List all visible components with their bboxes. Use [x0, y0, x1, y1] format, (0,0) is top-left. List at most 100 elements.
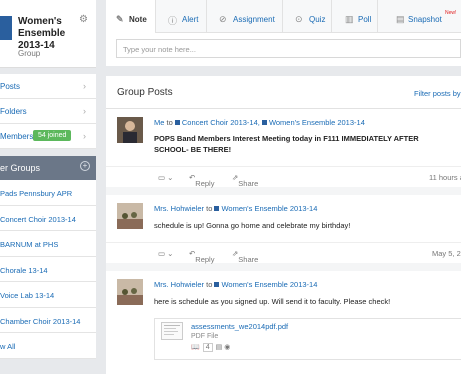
tab-label: Assignment — [233, 15, 275, 24]
snapshot-icon: ▤ — [396, 14, 405, 24]
feed-title: Group Posts — [117, 87, 173, 98]
group-list-item[interactable]: Voice Lab 13-14 — [0, 282, 96, 308]
post-to: to — [166, 118, 173, 127]
post-to: to — [206, 204, 213, 213]
group-icon — [261, 120, 267, 125]
post-composer: ✎ Note ⓘ Alert ⊘ Assignment ⊙ Quiz ▥ Pol… — [106, 0, 461, 66]
group-list-label: Chamber Choir 2013-14 — [0, 316, 81, 326]
tab-label: Quiz — [309, 15, 326, 24]
my-groups-title: er Groups — [0, 163, 41, 173]
joined-count-badge: 54 joined — [33, 130, 72, 141]
group-icon — [174, 120, 180, 125]
post-recipient[interactable]: Concert Choir 2013-14, — [182, 118, 260, 127]
book-icon[interactable]: 📖 — [191, 344, 200, 351]
group-list-label: Pads Pennsbury APR — [0, 189, 73, 198]
comment-icon[interactable]: ▭ ⌄ — [158, 173, 173, 182]
comment-icon[interactable]: ▭ ⌄ — [158, 249, 173, 258]
tab-poll[interactable]: ▥ Poll — [332, 0, 378, 33]
tab-assignment[interactable]: ⊘ Assignment — [207, 0, 283, 33]
post-author-line: Mrs. Hohwieler to Women's Ensemble 2013-… — [154, 204, 317, 213]
view-all-link[interactable]: w All — [0, 333, 96, 359]
tab-label: Poll — [358, 15, 372, 24]
group-list-item[interactable]: BARNUM at PHS — [0, 231, 96, 257]
quiz-icon: ⊙ — [295, 14, 303, 24]
post-item: Mrs. Hohwieler to Women's Ensemble 2013-… — [106, 271, 461, 374]
nav-item-posts[interactable]: Posts › — [0, 74, 96, 99]
group-list-label: Chorale 13-14 — [0, 265, 48, 275]
group-icon — [214, 282, 220, 287]
group-list-label: Voice Lab 13-14 — [0, 291, 55, 300]
nav-item-label: Members — [0, 132, 34, 141]
post-author-line: Me to Concert Choir 2013-14, Women's Ens… — [154, 118, 365, 127]
post-text: here is schedule as you signed up. Will … — [154, 297, 391, 306]
nav-item-members[interactable]: Members 54 joined › — [0, 124, 96, 149]
note-input[interactable]: Type your note here... — [116, 39, 461, 58]
groups-list: Pads Pennsbury APR Concert Choir 2013-14… — [0, 180, 96, 359]
avatar[interactable] — [117, 279, 143, 305]
post-to: to — [206, 280, 213, 289]
tab-label: Note — [129, 15, 147, 24]
file-thumbnail[interactable] — [161, 322, 183, 340]
share-button[interactable]: ⇗ Share — [232, 173, 258, 188]
group-list-item[interactable]: Chamber Choir 2013-14 — [0, 308, 96, 333]
post-recipient[interactable]: Women's Ensemble 2013-14 — [221, 204, 317, 213]
sidebar: Women's Ensemble 2013-14 Group ⚙ Posts ›… — [0, 0, 96, 374]
add-group-icon[interactable]: + — [80, 161, 90, 171]
group-list-label: Concert Choir 2013-14 — [0, 214, 76, 224]
post-recipient[interactable]: Women's Ensemble 2013-14 — [269, 118, 365, 127]
my-groups-header: er Groups + — [0, 156, 96, 180]
post-text: schedule is up! Gonna go home and celebr… — [154, 221, 351, 230]
share-button[interactable]: ⇗ Share — [232, 249, 258, 264]
avatar[interactable] — [117, 203, 143, 229]
group-list-item[interactable]: Concert Choir 2013-14 — [0, 206, 96, 231]
file-attachment[interactable]: assessments_we2014pdf.pdf PDF File 📖 4 ▤ ◉ — [154, 318, 461, 360]
tab-quiz[interactable]: ⊙ Quiz — [283, 0, 332, 33]
chevron-right-icon: › — [83, 81, 86, 91]
post-author-line: Mrs. Hohwieler to Women's Ensemble 2013-… — [154, 280, 317, 289]
feed-header: Group Posts Filter posts by — [106, 76, 461, 109]
post-recipient[interactable]: Women's Ensemble 2013-14 — [221, 280, 317, 289]
nav-item-label: Folders — [0, 107, 27, 116]
chevron-right-icon: › — [83, 131, 86, 141]
group-list-item[interactable]: Chorale 13-14 — [0, 257, 96, 282]
group-name[interactable]: Women's Ensemble 2013-14 — [18, 16, 82, 52]
chevron-right-icon: › — [83, 106, 86, 116]
post-item: Mrs. Hohwieler to Women's Ensemble 2013-… — [106, 195, 461, 264]
file-type: PDF File — [191, 333, 219, 340]
gear-icon[interactable]: ⚙ — [79, 14, 88, 25]
post-sender[interactable]: Mrs. Hohwieler — [154, 280, 204, 289]
post-sender[interactable]: Mrs. Hohwieler — [154, 204, 204, 213]
eye-icon[interactable]: ◉ — [224, 344, 230, 351]
post-actions: ▭ ⌄ ↶ Reply ⇗ Share 11 hours a — [106, 166, 461, 188]
group-card: Women's Ensemble 2013-14 Group ⚙ — [0, 0, 96, 68]
group-avatar[interactable] — [0, 16, 12, 40]
tab-snapshot[interactable]: ▤ Snapshot New! — [378, 0, 461, 33]
file-count: 4 — [202, 343, 213, 352]
reply-button[interactable]: ↶ Reply — [189, 173, 214, 188]
file-name-link[interactable]: assessments_we2014pdf.pdf — [191, 322, 288, 331]
avatar[interactable] — [117, 117, 143, 143]
pencil-icon: ✎ — [116, 14, 124, 24]
group-posts-feed: Group Posts Filter posts by Me to Concer… — [106, 76, 461, 374]
filter-posts-link[interactable]: Filter posts by — [414, 89, 461, 98]
tab-alert[interactable]: ⓘ Alert — [156, 0, 207, 33]
tab-note[interactable]: ✎ Note — [106, 0, 156, 33]
reply-button[interactable]: ↶ Reply — [189, 249, 214, 264]
group-nav: Posts › Folders › Members 54 joined › — [0, 74, 96, 149]
note-icon[interactable]: ▤ — [216, 344, 223, 351]
nav-item-folders[interactable]: Folders › — [0, 99, 96, 124]
post-actions: ▭ ⌄ ↶ Reply ⇗ Share May 5, 20 — [106, 242, 461, 264]
group-list-item[interactable]: Pads Pennsbury APR — [0, 180, 96, 206]
check-circle-icon: ⊘ — [219, 14, 227, 24]
post-timestamp: 11 hours a — [429, 173, 461, 182]
nav-item-label: Posts — [0, 82, 21, 91]
post-sender[interactable]: Me — [154, 118, 164, 127]
post-text: POPS Band Members Interest Meeting today… — [154, 134, 419, 154]
alert-icon: ⓘ — [168, 16, 178, 26]
tab-label: Snapshot — [408, 15, 442, 24]
tab-label: Alert — [182, 15, 199, 24]
post-item: Me to Concert Choir 2013-14, Women's Ens… — [106, 109, 461, 188]
share-label: Share — [238, 255, 259, 264]
composer-tabs: ✎ Note ⓘ Alert ⊘ Assignment ⊙ Quiz ▥ Pol… — [106, 0, 461, 33]
post-timestamp: May 5, 20 — [432, 249, 461, 258]
